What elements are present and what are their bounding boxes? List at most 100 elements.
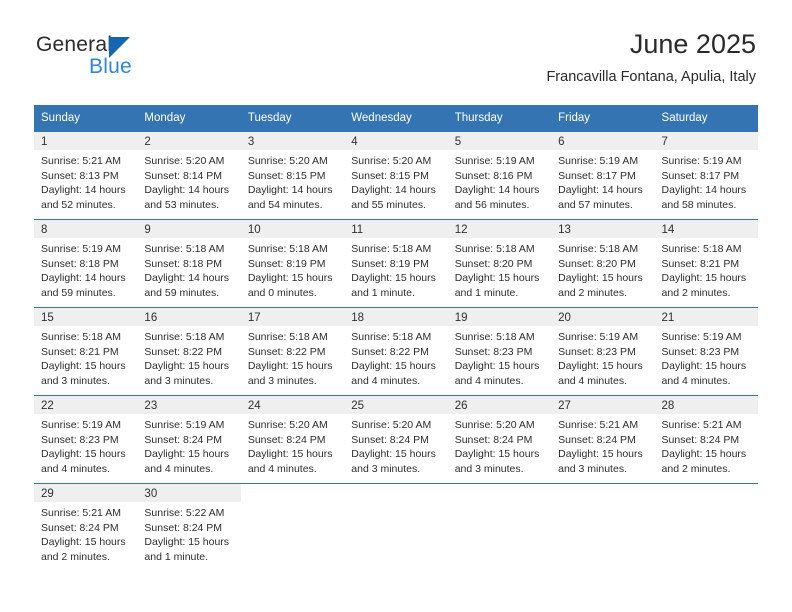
calendar-cell[interactable]: 16 Sunrise: 5:18 AM Sunset: 8:22 PM Dayligh… bbox=[137, 307, 241, 396]
daylight-text-line2: and 3 minutes. bbox=[454, 462, 524, 475]
daylight-text-line1: Daylight: 15 hours bbox=[41, 536, 126, 549]
calendar-cell[interactable]: 23 Sunrise: 5:19 AM Sunset: 8:24 PM Dayligh… bbox=[137, 395, 241, 484]
calendar-cell[interactable]: 26 Sunrise: 5:20 AM Sunset: 8:24 PM Dayligh… bbox=[447, 395, 552, 484]
calendar-cell[interactable]: 29 Sunrise: 5:21 AM Sunset: 8:24 PM Dayligh… bbox=[34, 483, 138, 571]
calendar-cell[interactable]: 30 Sunrise: 5:22 AM Sunset: 8:24 PM Dayligh… bbox=[137, 483, 241, 571]
sunset-text: Sunset: 8:23 PM bbox=[661, 345, 740, 358]
sunset-text: Sunset: 8:19 PM bbox=[351, 257, 429, 270]
calendar-cell[interactable]: 25 Sunrise: 5:20 AM Sunset: 8:24 PM Dayligh… bbox=[344, 395, 448, 484]
sunset-text: Sunset: 8:16 PM bbox=[454, 169, 533, 182]
day-number: 11 bbox=[351, 224, 364, 236]
sunrise-text: Sunrise: 5:18 AM bbox=[454, 243, 535, 255]
daylight-text-line1: Daylight: 15 hours bbox=[41, 360, 126, 373]
calendar-week-row: 29 Sunrise: 5:21 AM Sunset: 8:24 PM Dayligh… bbox=[34, 483, 758, 571]
calendar-cell[interactable]: 8 Sunrise: 5:19 AM Sunset: 8:18 PM Daylight… bbox=[34, 219, 138, 308]
title-block: June 2025 Francavilla Fontana, Apulia, I… bbox=[546, 28, 756, 86]
calendar-week-row: 1 Sunrise: 5:21 AM Sunset: 8:13 PM Daylight… bbox=[34, 131, 758, 220]
sunset-text: Sunset: 8:24 PM bbox=[661, 433, 740, 446]
daylight-text-line2: and 2 minutes. bbox=[661, 462, 731, 475]
sunrise-text: Sunrise: 5:19 AM bbox=[661, 155, 742, 167]
calendar-week-row: 15 Sunrise: 5:18 AM Sunset: 8:21 PM Dayligh… bbox=[34, 307, 758, 396]
calendar-cell[interactable]: 11 Sunrise: 5:18 AM Sunset: 8:19 PM Dayligh… bbox=[344, 219, 448, 308]
daylight-text-line2: and 57 minutes. bbox=[558, 198, 633, 211]
sunrise-text: Sunrise: 5:18 AM bbox=[661, 243, 742, 255]
daylight-text-line1: Daylight: 15 hours bbox=[144, 536, 230, 549]
daylight-text-line2: and 4 minutes. bbox=[247, 462, 317, 475]
daylight-text-line1: Daylight: 15 hours bbox=[454, 360, 540, 373]
daylight-text-line2: and 1 minute. bbox=[351, 286, 415, 299]
daylight-text-line2: and 58 minutes. bbox=[661, 198, 737, 211]
calendar-cell[interactable]: 5 Sunrise: 5:19 AM Sunset: 8:16 PM Daylight… bbox=[447, 131, 552, 220]
sunset-text: Sunset: 8:23 PM bbox=[454, 345, 533, 358]
daylight-text-line2: and 4 minutes. bbox=[351, 374, 421, 387]
calendar-cell[interactable]: 13 Sunrise: 5:18 AM Sunset: 8:20 PM Dayligh… bbox=[551, 219, 655, 308]
calendar-cell[interactable]: 12 Sunrise: 5:18 AM Sunset: 8:20 PM Dayligh… bbox=[447, 219, 552, 308]
daylight-text-line2: and 4 minutes. bbox=[41, 462, 110, 475]
day-number: 12 bbox=[454, 224, 468, 236]
sunset-text: Sunset: 8:13 PM bbox=[41, 169, 119, 182]
calendar-cell[interactable]: 3 Sunrise: 5:20 AM Sunset: 8:15 PM Daylight… bbox=[240, 131, 345, 220]
calendar-cell[interactable]: 7 Sunrise: 5:19 AM Sunset: 8:17 PM Daylight… bbox=[654, 131, 758, 220]
daylight-text-line1: Daylight: 15 hours bbox=[351, 360, 436, 373]
calendar-cell[interactable]: 14 Sunrise: 5:18 AM Sunset: 8:21 PM Dayligh… bbox=[654, 219, 758, 308]
day-number bbox=[551, 484, 654, 487]
calendar-cell[interactable]: 9 Sunrise: 5:18 AM Sunset: 8:18 PM Daylight… bbox=[137, 219, 241, 308]
sunrise-text: Sunrise: 5:18 AM bbox=[351, 331, 432, 343]
sunrise-text: Sunrise: 5:19 AM bbox=[41, 243, 121, 255]
calendar-cell[interactable]: 6 Sunrise: 5:19 AM Sunset: 8:17 PM Daylight… bbox=[551, 131, 655, 220]
calendar-cell[interactable]: 18 Sunrise: 5:18 AM Sunset: 8:22 PM Dayligh… bbox=[344, 307, 448, 396]
sunset-text: Sunset: 8:19 PM bbox=[247, 257, 326, 270]
generalblue-logo: General Blue bbox=[36, 33, 186, 85]
day-number: 26 bbox=[454, 400, 468, 412]
day-number bbox=[655, 484, 758, 487]
calendar-cell[interactable]: 10 Sunrise: 5:18 AM Sunset: 8:19 PM Dayligh… bbox=[240, 219, 345, 308]
sunset-text: Sunset: 8:22 PM bbox=[144, 345, 223, 358]
sunset-text: Sunset: 8:22 PM bbox=[351, 345, 429, 358]
sunrise-text: Sunrise: 5:18 AM bbox=[454, 331, 535, 343]
daylight-text-line2: and 3 minutes. bbox=[558, 462, 627, 475]
sunset-text: Sunset: 8:14 PM bbox=[144, 169, 223, 182]
page-subtitle: Francavilla Fontana, Apulia, Italy bbox=[546, 69, 756, 85]
weekday-header-sunday: Sunday bbox=[34, 105, 138, 132]
logo-text-general: General bbox=[36, 33, 113, 56]
sunrise-text: Sunrise: 5:20 AM bbox=[351, 419, 432, 431]
day-number: 9 bbox=[144, 224, 151, 236]
calendar-cell[interactable]: 1 Sunrise: 5:21 AM Sunset: 8:13 PM Daylight… bbox=[34, 131, 138, 220]
daylight-text-line2: and 4 minutes. bbox=[558, 374, 627, 387]
calendar-cell[interactable]: 4 Sunrise: 5:20 AM Sunset: 8:15 PM Daylight… bbox=[344, 131, 448, 220]
daylight-text-line2: and 3 minutes. bbox=[247, 374, 317, 387]
calendar-page: General Blue June 2025 Francavilla Fonta… bbox=[0, 0, 792, 612]
day-number bbox=[241, 484, 344, 487]
day-number: 21 bbox=[661, 312, 675, 324]
calendar-cell[interactable]: 15 Sunrise: 5:18 AM Sunset: 8:21 PM Dayligh… bbox=[34, 307, 138, 396]
day-number: 1 bbox=[41, 136, 48, 148]
day-number bbox=[344, 484, 447, 487]
sunset-text: Sunset: 8:24 PM bbox=[247, 433, 326, 446]
sunrise-text: Sunrise: 5:18 AM bbox=[41, 331, 121, 343]
calendar-cell[interactable]: 22 Sunrise: 5:19 AM Sunset: 8:23 PM Dayligh… bbox=[34, 395, 138, 484]
calendar-cell[interactable]: 27 Sunrise: 5:21 AM Sunset: 8:24 PM Dayligh… bbox=[551, 395, 655, 484]
sunrise-text: Sunrise: 5:18 AM bbox=[144, 331, 225, 343]
calendar-cell[interactable]: 20 Sunrise: 5:19 AM Sunset: 8:23 PM Dayligh… bbox=[551, 307, 655, 396]
sunset-text: Sunset: 8:22 PM bbox=[247, 345, 326, 358]
sunrise-text: Sunrise: 5:22 AM bbox=[144, 507, 225, 519]
calendar-cell[interactable]: 28 Sunrise: 5:21 AM Sunset: 8:24 PM Dayligh… bbox=[654, 395, 758, 484]
sunrise-text: Sunrise: 5:19 AM bbox=[558, 155, 639, 167]
calendar-cell[interactable]: 2 Sunrise: 5:20 AM Sunset: 8:14 PM Daylight… bbox=[137, 131, 241, 220]
sunset-text: Sunset: 8:21 PM bbox=[661, 257, 740, 270]
day-number: 18 bbox=[351, 312, 365, 324]
calendar-cell[interactable]: 21 Sunrise: 5:19 AM Sunset: 8:23 PM Dayligh… bbox=[654, 307, 758, 396]
calendar-cell[interactable]: 17 Sunrise: 5:18 AM Sunset: 8:22 PM Dayligh… bbox=[240, 307, 345, 396]
daylight-text-line1: Daylight: 15 hours bbox=[144, 448, 230, 461]
weekday-header-saturday: Saturday bbox=[654, 105, 758, 132]
calendar-body: 1 Sunrise: 5:21 AM Sunset: 8:13 PM Daylight… bbox=[34, 131, 758, 571]
calendar-cell-empty bbox=[240, 483, 345, 571]
calendar-cell[interactable]: 24 Sunrise: 5:20 AM Sunset: 8:24 PM Dayligh… bbox=[240, 395, 345, 484]
day-number: 16 bbox=[144, 312, 158, 324]
daylight-text-line1: Daylight: 15 hours bbox=[247, 360, 333, 373]
sunrise-text: Sunrise: 5:20 AM bbox=[351, 155, 432, 167]
day-number: 20 bbox=[558, 312, 571, 324]
calendar-week-row: 8 Sunrise: 5:19 AM Sunset: 8:18 PM Daylight… bbox=[34, 219, 758, 308]
calendar-cell[interactable]: 19 Sunrise: 5:18 AM Sunset: 8:23 PM Dayligh… bbox=[447, 307, 552, 396]
sunrise-text: Sunrise: 5:20 AM bbox=[247, 419, 328, 431]
